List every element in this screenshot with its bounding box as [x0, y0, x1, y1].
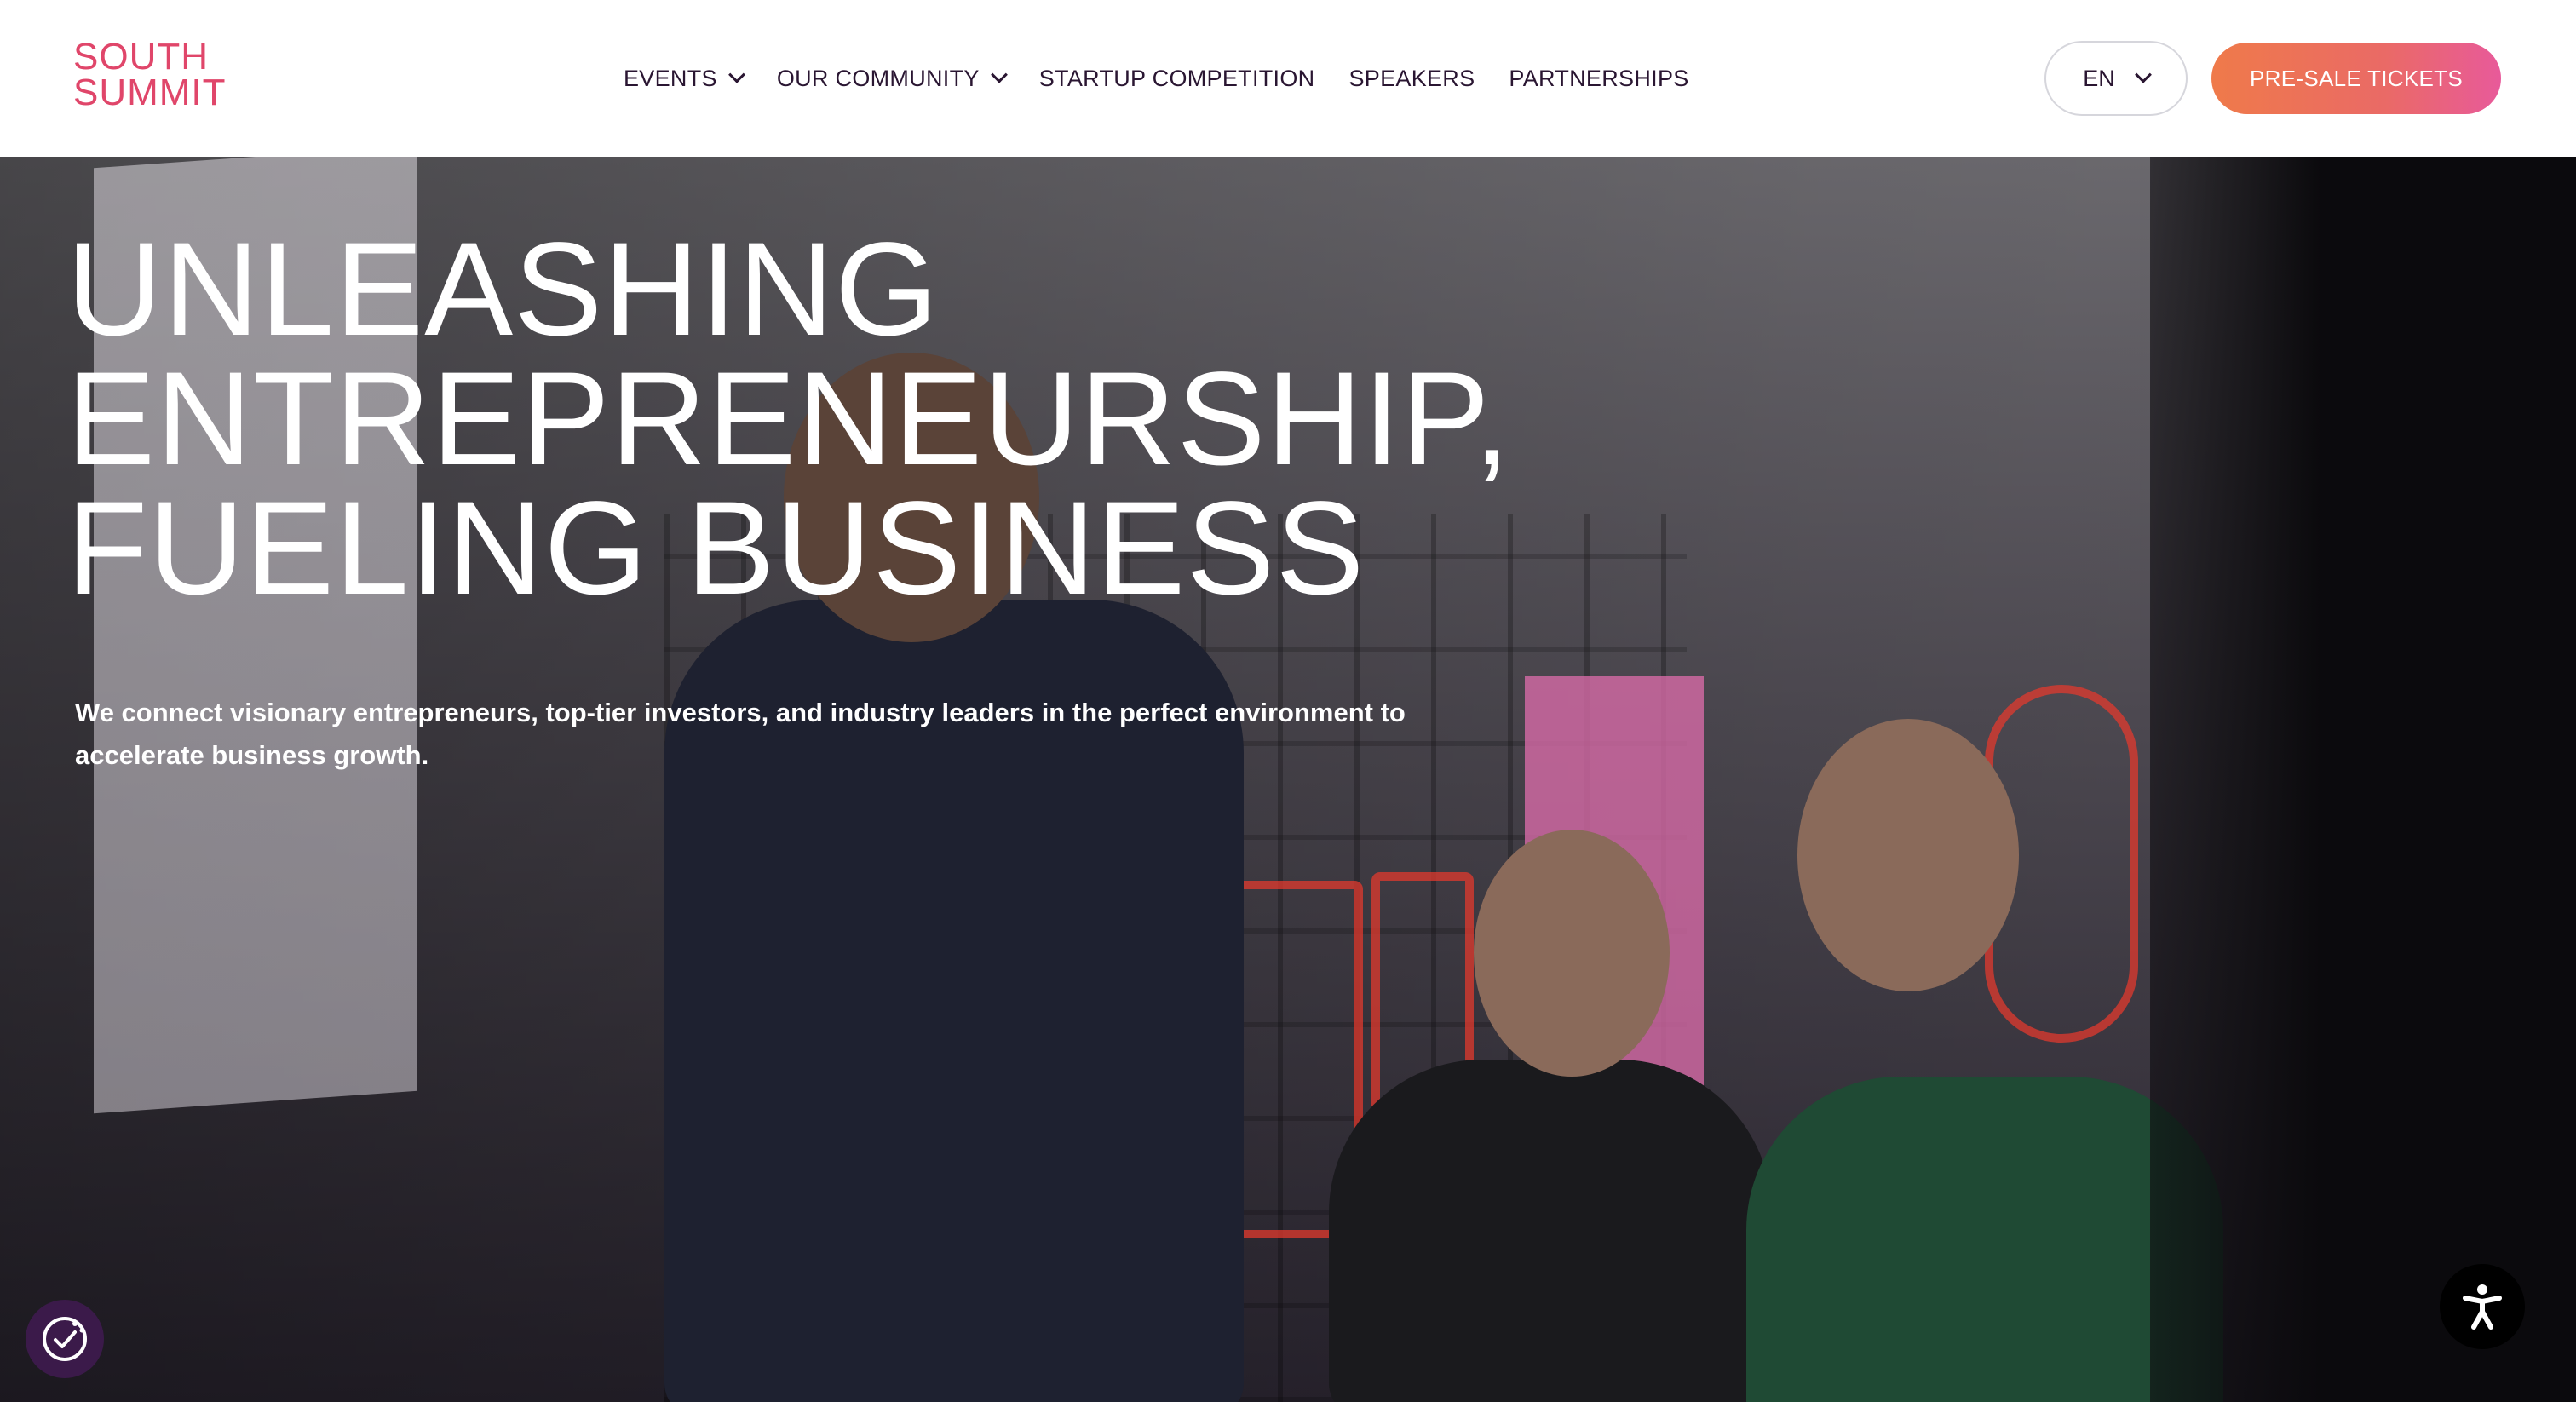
chevron-down-icon	[990, 66, 1008, 83]
hero-section: UNLEASHING ENTREPRENEURSHIP, FUELING BUS…	[0, 157, 2576, 1402]
site-header: SOUTH SUMMIT EVENTS OUR COMMUNITY STARTU…	[0, 0, 2576, 157]
language-label: EN	[2083, 65, 2115, 91]
chevron-down-icon	[2134, 66, 2152, 83]
cookie-consent-button[interactable]	[26, 1300, 104, 1378]
chevron-down-icon	[727, 66, 745, 83]
nav-label: SPEAKERS	[1348, 65, 1475, 91]
nav-item-our-community[interactable]: OUR COMMUNITY	[776, 53, 1008, 104]
main-nav: EVENTS OUR COMMUNITY STARTUP COMPETITION…	[624, 0, 1723, 157]
nav-label: EVENTS	[624, 65, 717, 91]
hero-subtitle: We connect visionary entrepreneurs, top-…	[75, 698, 1406, 770]
nav-item-speakers[interactable]: SPEAKERS	[1348, 53, 1475, 104]
south-summit-logo[interactable]: SOUTH SUMMIT	[73, 36, 269, 118]
nav-label: PARTNERSHIPS	[1509, 65, 1689, 91]
accessibility-icon	[2463, 1284, 2502, 1330]
nav-label: OUR COMMUNITY	[776, 65, 980, 91]
hero-title-line: FUELING BUSINESS	[66, 474, 1366, 623]
nav-item-startup-competition[interactable]: STARTUP COMPETITION	[1039, 53, 1315, 104]
logo-line-2: SUMMIT	[73, 72, 227, 113]
accessibility-button[interactable]	[2440, 1264, 2525, 1349]
hero-title-line: ENTREPRENEURSHIP,	[66, 345, 1511, 493]
audience-head	[1797, 719, 2019, 991]
hero-dark-overlay	[2150, 157, 2576, 1402]
nav-label: STARTUP COMPETITION	[1038, 65, 1315, 91]
audience-figure	[1329, 1060, 1772, 1402]
hero-title: UNLEASHING ENTREPRENEURSHIP, FUELING BUS…	[66, 215, 1685, 623]
nav-item-events[interactable]: EVENTS	[624, 53, 745, 104]
audience-head	[1474, 830, 1670, 1077]
cookie-consent-icon	[43, 1317, 87, 1361]
logo-line-1: SOUTH	[73, 36, 209, 78]
pre-sale-tickets-button[interactable]: PRE-SALE TICKETS	[2211, 43, 2501, 114]
nav-item-partnerships[interactable]: PARTNERSHIPS	[1509, 53, 1688, 104]
language-selector[interactable]: EN	[2044, 41, 2188, 116]
hero-title-line: UNLEASHING	[66, 215, 940, 364]
